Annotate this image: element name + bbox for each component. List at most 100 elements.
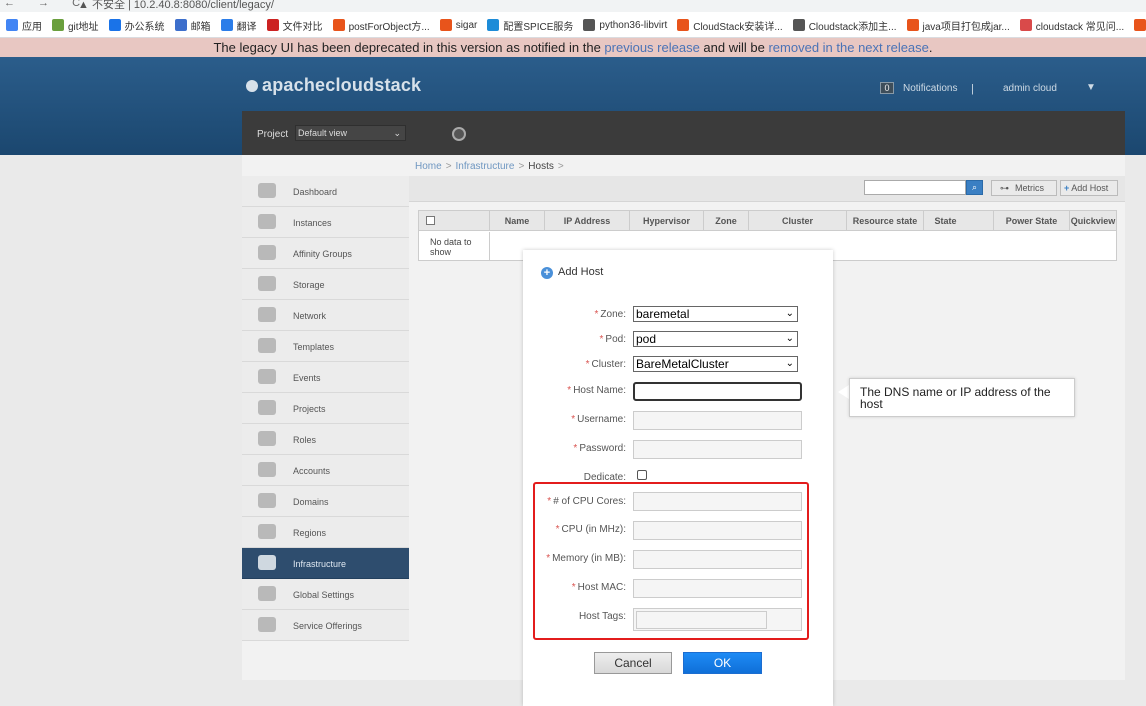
- bookmark-item[interactable]: Cloudstack添加主...: [792, 12, 897, 37]
- breadcrumb-separator: >: [557, 161, 564, 172]
- column-header-name[interactable]: Name: [489, 211, 544, 231]
- translate-icon: [220, 19, 233, 31]
- breadcrumb-separator: >: [518, 161, 525, 172]
- dedicate-checkbox[interactable]: [637, 470, 647, 480]
- cpu-mhz-input[interactable]: [633, 521, 802, 540]
- search-input[interactable]: [864, 180, 966, 195]
- add-host-dialog: + Add Host * Zone: baremetal ⌄ * Pod: pod ⌄ *…: [523, 250, 833, 706]
- column-header-quickview[interactable]: Quickview: [1069, 211, 1116, 231]
- roles-icon: [258, 431, 276, 446]
- cpu-cores-input[interactable]: [633, 492, 802, 511]
- breadcrumb-home[interactable]: Home: [415, 161, 442, 172]
- sidebar-item-events[interactable]: Events: [242, 362, 409, 393]
- bookmark-item[interactable]: git地址: [52, 12, 99, 37]
- sidebar-item-label: Templates: [293, 342, 335, 352]
- bookmark-item[interactable]: 办公系统: [108, 12, 165, 37]
- sidebar-item-accounts[interactable]: Accounts: [242, 455, 409, 486]
- host-name-tooltip: The DNS name or IP address of the host: [849, 378, 1075, 417]
- sidebar-item-roles[interactable]: Roles: [242, 424, 409, 455]
- sidebar-item-global-settings[interactable]: Global Settings: [242, 579, 409, 610]
- bookmark-item[interactable]: java项目打包成jar...: [906, 12, 1010, 37]
- sidebar-item-network[interactable]: Network: [242, 300, 409, 331]
- metrics-icon: ⊶: [1000, 183, 1009, 193]
- sidebar-item-regions[interactable]: Regions: [242, 517, 409, 548]
- globe-icon[interactable]: [452, 127, 466, 141]
- sidebar-item-label: Service Offerings: [293, 621, 362, 631]
- user-menu-caret-icon[interactable]: ▼: [1086, 82, 1096, 93]
- sidebar-item-service-offerings[interactable]: Service Offerings: [242, 610, 409, 641]
- network-icon: [258, 307, 276, 322]
- column-header-hypervisor[interactable]: Hypervisor: [629, 211, 703, 231]
- sidebar-item-templates[interactable]: Templates: [242, 331, 409, 362]
- required-mark: *: [555, 524, 560, 535]
- breadcrumb-infrastructure[interactable]: Infrastructure: [456, 161, 515, 172]
- chat-icon: [108, 19, 121, 31]
- column-header-resource-state[interactable]: Resource state: [846, 211, 923, 231]
- events-icon: [258, 369, 276, 384]
- bookmark-item[interactable]: python36-libvirt: [583, 12, 667, 37]
- column-header-state[interactable]: State: [923, 211, 967, 231]
- sidebar-item-affinity-groups[interactable]: Affinity Groups: [242, 238, 409, 269]
- memory-input[interactable]: [633, 550, 802, 569]
- project-select-value: Default view: [298, 128, 348, 138]
- project-label: Project: [257, 129, 289, 140]
- user-menu[interactable]: admin cloud: [1003, 83, 1057, 94]
- select-all-checkbox[interactable]: [426, 216, 435, 225]
- cluster-select[interactable]: BareMetalCluster ⌄: [633, 356, 798, 372]
- bookmark-label: 邮箱: [190, 21, 211, 33]
- host-mac-input[interactable]: [633, 579, 802, 598]
- notifications-count-badge[interactable]: 0: [880, 82, 894, 94]
- required-mark: *: [594, 309, 599, 320]
- add-host-button[interactable]: + Add Host: [1060, 180, 1118, 196]
- bookmark-item[interactable]: 配置SPICE服务: [487, 12, 573, 37]
- cluster-label-text: Cluster:: [591, 359, 626, 370]
- zone-select[interactable]: baremetal ⌄: [633, 306, 798, 322]
- add-icon: +: [541, 267, 553, 279]
- cancel-button[interactable]: Cancel: [594, 652, 672, 674]
- sidebar-item-label: Projects: [293, 404, 326, 414]
- global-settings-icon: [258, 586, 276, 601]
- bookmark-item[interactable]: 邮箱: [174, 12, 211, 37]
- bookmark-item[interactable]: 文件对比: [266, 12, 323, 37]
- bookmark-label: CloudStack安装详...: [693, 21, 783, 33]
- sidebar-item-projects[interactable]: Projects: [242, 393, 409, 424]
- search-icon[interactable]: ⌕: [966, 180, 983, 195]
- cloudstack-logo[interactable]: apachecloudstack: [246, 75, 421, 96]
- bookmark-item[interactable]: 翻译: [220, 12, 257, 37]
- sidebar-item-label: Dashboard: [293, 187, 338, 197]
- sidebar-item-storage[interactable]: Storage: [242, 269, 409, 300]
- previous-release-link[interactable]: previous release: [604, 40, 699, 55]
- bookmark-item[interactable]: postForObject方...: [332, 12, 430, 37]
- host-tags-input[interactable]: [636, 611, 767, 629]
- bookmark-label: sigar: [455, 19, 478, 31]
- sidebar-item-dashboard[interactable]: Dashboard: [242, 176, 409, 207]
- no-data-message: No data to show: [420, 232, 490, 260]
- notifications-link[interactable]: Notifications: [903, 83, 957, 94]
- bookmark-item[interactable]: cloudstack 常见问...: [1019, 12, 1124, 37]
- next-release-link[interactable]: removed in the next release: [768, 40, 928, 55]
- bookmark-item[interactable]: CloudSta...: [1134, 12, 1146, 37]
- config-icon: [487, 19, 500, 31]
- sidebar-item-instances[interactable]: Instances: [242, 207, 409, 238]
- column-header-cluster[interactable]: Cluster: [748, 211, 846, 231]
- bookmark-item[interactable]: sigar: [439, 12, 478, 37]
- column-header-zone[interactable]: Zone: [703, 211, 748, 231]
- pod-select[interactable]: pod ⌄: [633, 331, 798, 347]
- sidebar-item-domains[interactable]: Domains: [242, 486, 409, 517]
- project-select[interactable]: Default view ⌄: [295, 125, 406, 141]
- metrics-button[interactable]: ⊶ Metrics: [991, 180, 1057, 196]
- bookmark-item[interactable]: CloudStack安装详...: [677, 12, 783, 37]
- apps-grid-icon: [6, 19, 18, 31]
- host-name-input[interactable]: [633, 382, 802, 401]
- bookmark-item[interactable]: 应用: [6, 12, 42, 37]
- password-input[interactable]: [633, 440, 802, 459]
- mail-icon: [174, 19, 187, 31]
- ok-button[interactable]: OK: [683, 652, 762, 674]
- column-header-power-state[interactable]: Power State: [993, 211, 1069, 231]
- address-url[interactable]: ▲ 不安全 | 10.2.40.8:8080/client/legacy/: [78, 0, 274, 12]
- column-header-ip-address[interactable]: IP Address: [544, 211, 629, 231]
- username-input[interactable]: [633, 411, 802, 430]
- sidebar-item-infrastructure[interactable]: Infrastructure: [242, 548, 409, 579]
- memory-label-text: Memory (in MB):: [552, 553, 626, 564]
- chevron-down-icon: ⌄: [785, 308, 794, 319]
